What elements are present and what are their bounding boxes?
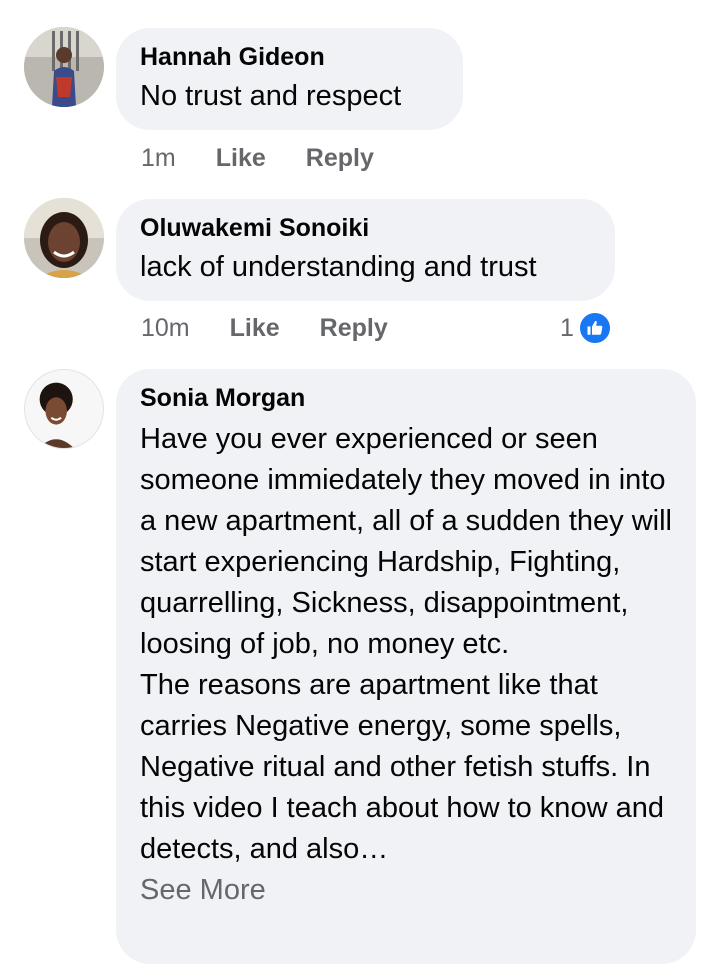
- avatar[interactable]: [24, 198, 104, 278]
- like-button[interactable]: Like: [230, 311, 280, 345]
- avatar[interactable]: [24, 369, 104, 449]
- comment-paragraph: Have you ever experienced or seen someon…: [140, 423, 672, 660]
- comment-paragraph: The reasons are apartment like that carr…: [140, 669, 664, 865]
- reply-button[interactable]: Reply: [320, 311, 388, 345]
- comment-author[interactable]: Sonia Morgan: [140, 383, 672, 413]
- comment-bubble: Oluwakemi Sonoiki lack of understanding …: [116, 199, 615, 301]
- avatar-photo-icon: [24, 27, 104, 107]
- reply-button[interactable]: Reply: [306, 141, 374, 175]
- comment-author[interactable]: Hannah Gideon: [140, 42, 439, 72]
- comment-text: lack of understanding and trust: [140, 251, 537, 283]
- comment-text: Have you ever experienced or seen someon…: [140, 419, 672, 870]
- thumbs-up-icon: [577, 311, 612, 345]
- comment-timestamp[interactable]: 1m: [141, 141, 176, 175]
- comment-author[interactable]: Oluwakemi Sonoiki: [140, 213, 591, 243]
- reaction-count-number: 1: [560, 313, 574, 342]
- comment-actions: 10m Like Reply: [141, 311, 388, 345]
- avatar-photo-icon: [25, 370, 103, 448]
- reaction-count[interactable]: 1: [560, 311, 612, 345]
- comment-text: No trust and respect: [140, 80, 402, 112]
- comment-timestamp[interactable]: 10m: [141, 311, 190, 345]
- comment-actions: 1m Like Reply: [141, 141, 374, 175]
- avatar[interactable]: [24, 27, 104, 107]
- comment-bubble: Hannah Gideon No trust and respect: [116, 28, 463, 130]
- avatar-photo-icon: [24, 198, 104, 278]
- like-button[interactable]: Like: [216, 141, 266, 175]
- see-more-link[interactable]: See More: [140, 870, 672, 911]
- comment-bubble: Sonia Morgan Have you ever experienced o…: [116, 369, 696, 964]
